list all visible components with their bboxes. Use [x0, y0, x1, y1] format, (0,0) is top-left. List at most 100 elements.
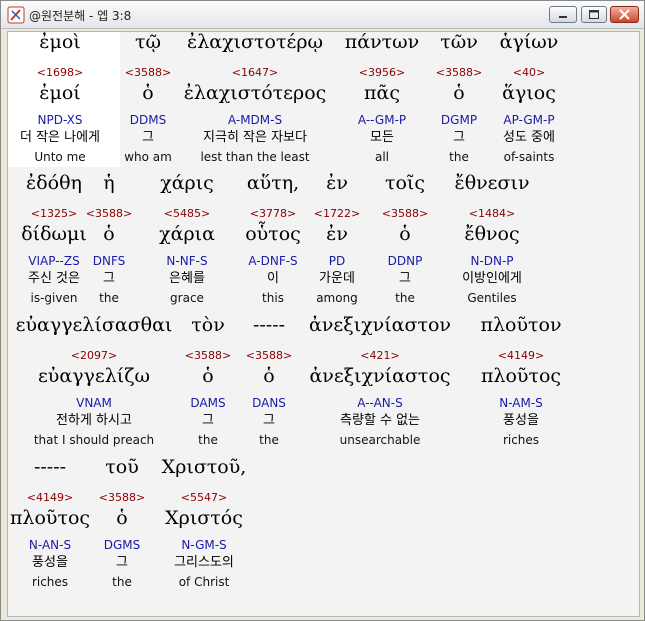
word-greek: ἔθνεσιν: [454, 172, 530, 194]
word-greek: χάρις: [160, 172, 214, 194]
word-morph: VNAM: [76, 396, 112, 410]
word-morph: VIAP--ZS: [28, 254, 80, 268]
word-greek: ἁγίων: [499, 31, 559, 53]
word-lemma: ὁ: [399, 223, 411, 245]
word-korean: 그: [142, 130, 154, 145]
word-morph: DDMS: [129, 113, 167, 127]
word-greek: πλοῦτον: [480, 314, 562, 336]
word-english: grace: [170, 291, 204, 305]
word-korean: 그리스도의: [174, 555, 234, 570]
word-greek: εὐαγγελίσασθαι: [15, 314, 173, 336]
word-strong: <1484>: [468, 207, 516, 220]
word-korean: 그: [263, 413, 275, 428]
word-morph: DDNP: [387, 254, 423, 268]
word-lemma: ἔθνος: [464, 223, 520, 245]
word-morph: NPD-XS: [37, 113, 83, 127]
word-lemma: Χριστός: [165, 507, 243, 529]
word-greek: τῷ: [134, 31, 162, 53]
word-strong: <2097>: [70, 349, 118, 362]
window-title: @원전분해 - 엡 3:8: [29, 9, 132, 23]
app-icon: [7, 6, 25, 24]
word-lemma: δίδωμι: [21, 223, 87, 245]
word-korean: 모든: [370, 130, 394, 145]
word-strong: <3588>: [381, 207, 429, 220]
word-lemma: ἐλαχιστότερος: [183, 82, 327, 104]
word-korean: 이: [267, 271, 279, 286]
word-greek: ἡ: [103, 172, 115, 194]
word-greek: αὕτη,: [246, 172, 300, 194]
word-morph: PD: [328, 254, 346, 268]
word-strong: <3588>: [85, 207, 133, 220]
word-strong: <5547>: [180, 491, 228, 504]
word-english: is-given: [30, 291, 78, 305]
word-strong: <1698>: [36, 66, 84, 79]
word-korean: 그: [399, 271, 411, 286]
word-morph: N-GM-S: [181, 538, 227, 552]
word-english: the: [198, 433, 218, 447]
title-bar[interactable]: @원전분해 - 엡 3:8: [1, 1, 644, 29]
word-strong: <3588>: [435, 66, 483, 79]
word-lemma: πᾶς: [364, 82, 400, 104]
word-morph: DGMS: [103, 538, 141, 552]
word-english: that I should preach: [33, 433, 155, 447]
word-morph: N-DN-P: [470, 254, 514, 268]
word-korean: 풍성을: [32, 555, 68, 570]
word-english: this: [262, 291, 284, 305]
word-korean: 더 작은 나에게: [19, 130, 101, 145]
word-strong: <421>: [360, 349, 400, 362]
word-lemma: εὐαγγελίζω: [37, 365, 151, 387]
word-korean: 은혜를: [169, 271, 205, 286]
word-lemma: ὁ: [103, 223, 115, 245]
word-strong: <1722>: [313, 207, 361, 220]
word-english: the: [395, 291, 415, 305]
word-english: the: [112, 575, 132, 589]
word-english: Gentiles: [467, 291, 517, 305]
word-greek: τοῖς: [384, 172, 426, 194]
word-english: of-saints: [503, 150, 555, 164]
word-english: among: [316, 291, 358, 305]
word-korean: 전하게 하시고: [56, 413, 132, 428]
interlinear-panel[interactable]: ἐμοὶ <1698> ἐμοί NPD-XS 더 작은 나에게 Unto me τῷ <35…: [7, 31, 640, 617]
word-morph: DNFS: [92, 254, 126, 268]
word-english: the: [449, 150, 469, 164]
word-lemma: ὁ: [202, 365, 214, 387]
word-korean: 그: [453, 130, 465, 145]
word-morph: N-NF-S: [166, 254, 208, 268]
word-strong: <3588>: [245, 349, 293, 362]
word-morph: N-AM-S: [499, 396, 543, 410]
word-english: all: [374, 150, 390, 164]
word-greek: τοῦ: [105, 456, 139, 478]
word-strong: <3588>: [98, 491, 146, 504]
word-greek: τὸν: [191, 314, 225, 336]
minimize-button[interactable]: [549, 6, 577, 23]
word-morph: DAMS: [190, 396, 226, 410]
word-morph: DGMP: [440, 113, 478, 127]
word-english: riches: [502, 433, 540, 447]
word-english: of Christ: [178, 575, 230, 589]
word-strong: <40>: [512, 66, 546, 79]
word-lemma: ἐμοί: [39, 82, 81, 104]
word-strong: <4149>: [497, 349, 545, 362]
word-lemma: πλοῦτος: [480, 365, 562, 387]
word-greek: Χριστοῦ,: [161, 456, 247, 478]
word-strong: <3956>: [358, 66, 406, 79]
word-morph: AP-GM-P: [503, 113, 555, 127]
word-lemma: ὁ: [263, 365, 275, 387]
word-korean: 그: [202, 413, 214, 428]
word-lemma: ἀνεξιχνίαστος: [309, 365, 451, 387]
word-lemma: οὗτος: [245, 223, 301, 245]
word-strong: <1325>: [30, 207, 78, 220]
word-korean: 풍성을: [503, 413, 539, 428]
word-korean: 가운데: [319, 271, 355, 286]
word-korean: 주신 것은: [28, 271, 80, 286]
word-english: who am: [124, 150, 172, 164]
word-greek: ἀνεξιχνίαστον: [309, 314, 451, 336]
word-english: Unto me: [34, 150, 86, 164]
word-lemma: ἐν: [326, 223, 348, 245]
maximize-button[interactable]: [581, 6, 607, 23]
word-lemma: πλοῦτος: [9, 507, 91, 529]
word-strong: <3778>: [249, 207, 297, 220]
word-morph: DANS: [252, 396, 286, 410]
close-button[interactable]: [610, 6, 639, 23]
word-english: lest than the least: [200, 150, 310, 164]
